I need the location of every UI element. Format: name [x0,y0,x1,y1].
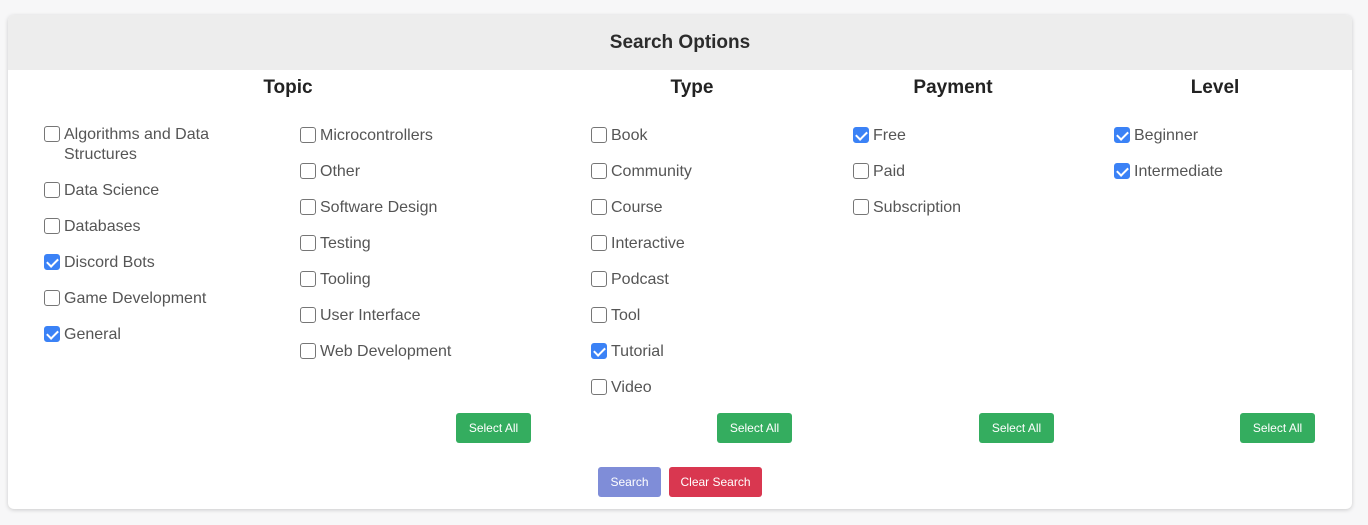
type-checkbox-book[interactable] [591,127,607,143]
option-label: Web Development [320,343,452,360]
clear-search-button[interactable]: Clear Search [669,467,762,497]
option-label: Free [873,127,906,144]
option-label: Paid [873,163,906,180]
option-label: Discord Bots [64,254,155,271]
level-checkbox-beginner[interactable] [1114,127,1130,143]
option-label: Intermediate [1134,163,1223,180]
topic-option[interactable]: Microcontrollers [300,126,433,146]
topic-checkbox-testing[interactable] [300,235,316,251]
option-label: Testing [320,235,371,252]
payment-option[interactable]: Free [853,126,906,146]
payment-checkbox-paid[interactable] [853,163,869,179]
payment-select-all-button[interactable]: Select All [979,413,1054,443]
option-label: Game Development [64,290,207,307]
level-option[interactable]: Intermediate [1114,162,1223,182]
option-label: Microcontrollers [320,127,433,144]
topic-checkbox-software-design[interactable] [300,199,316,215]
option-label: Tutorial [611,343,664,360]
level-checkbox-intermediate[interactable] [1114,163,1130,179]
topic-option[interactable]: Algorithms and Data Structures [44,125,244,165]
topic-option[interactable]: Other [300,162,360,182]
type-checkbox-video[interactable] [591,379,607,395]
option-label: Beginner [1134,127,1199,144]
topic-checkbox-other[interactable] [300,163,316,179]
topic-checkbox-microcontrollers[interactable] [300,127,316,143]
topic-checkbox-tooling[interactable] [300,271,316,287]
payment-heading: Payment [913,77,993,98]
option-label: Podcast [611,271,669,288]
option-label: Other [320,163,361,180]
panel-title: Search Options [609,31,751,53]
topic-checkbox-databases[interactable] [44,218,60,234]
payment-checkbox-free[interactable] [853,127,869,143]
search-button[interactable]: Search [598,467,661,497]
topic-option[interactable]: Game Development [44,289,206,309]
type-option[interactable]: Book [591,126,647,146]
payment-checkbox-subscription[interactable] [853,199,869,215]
topic-option[interactable]: User Interface [300,306,420,326]
option-label: General [64,326,121,343]
option-label: Video [611,379,652,396]
topic-checkbox-data-science[interactable] [44,182,60,198]
type-select-all-button[interactable]: Select All [717,413,792,443]
type-heading: Type [670,77,714,98]
search-options-panel: Search Options Topic Type Payment Level … [8,15,1352,509]
option-label: Interactive [611,235,685,252]
type-checkbox-podcast[interactable] [591,271,607,287]
type-checkbox-interactive[interactable] [591,235,607,251]
topic-option[interactable]: Tooling [300,270,371,290]
option-label: User Interface [320,307,421,324]
type-option[interactable]: Tutorial [591,342,664,362]
topic-option[interactable]: General [44,325,121,345]
option-label: Data Science [64,182,160,199]
option-label: Community [611,163,692,180]
topic-checkbox-algorithms[interactable] [44,126,60,142]
topic-option[interactable]: Testing [300,234,371,254]
type-checkbox-course[interactable] [591,199,607,215]
type-option[interactable]: Community [591,162,692,182]
panel-header: Search Options [8,15,1352,70]
type-option[interactable]: Interactive [591,234,685,254]
type-option[interactable]: Podcast [591,270,669,290]
topic-checkbox-discord-bots[interactable] [44,254,60,270]
level-select-all-button[interactable]: Select All [1240,413,1315,443]
topic-checkbox-general[interactable] [44,326,60,342]
option-label: Databases [64,218,141,235]
type-option[interactable]: Video [591,378,652,398]
topic-checkbox-game-development[interactable] [44,290,60,306]
option-label: Book [611,127,648,144]
topic-option[interactable]: Data Science [44,181,159,201]
payment-option[interactable]: Paid [853,162,905,182]
type-checkbox-community[interactable] [591,163,607,179]
topic-option[interactable]: Web Development [300,342,451,362]
option-label: Software Design [320,199,438,216]
topic-heading: Topic [263,77,313,98]
option-label: Subscription [873,199,962,216]
option-label: Course [611,199,663,216]
level-option[interactable]: Beginner [1114,126,1198,146]
topic-option[interactable]: Discord Bots [44,253,155,273]
topic-select-all-button[interactable]: Select All [456,413,531,443]
option-label: Algorithms and Data Structures [64,126,209,163]
topic-option[interactable]: Software Design [300,198,437,218]
topic-checkbox-user-interface[interactable] [300,307,316,323]
type-checkbox-tool[interactable] [591,307,607,323]
type-option[interactable]: Tool [591,306,640,326]
option-label: Tooling [320,271,371,288]
topic-option[interactable]: Databases [44,217,141,237]
option-label: Tool [611,307,641,324]
type-option[interactable]: Course [591,198,663,218]
level-heading: Level [1190,77,1240,98]
topic-checkbox-web-development[interactable] [300,343,316,359]
payment-option[interactable]: Subscription [853,198,961,218]
type-checkbox-tutorial[interactable] [591,343,607,359]
